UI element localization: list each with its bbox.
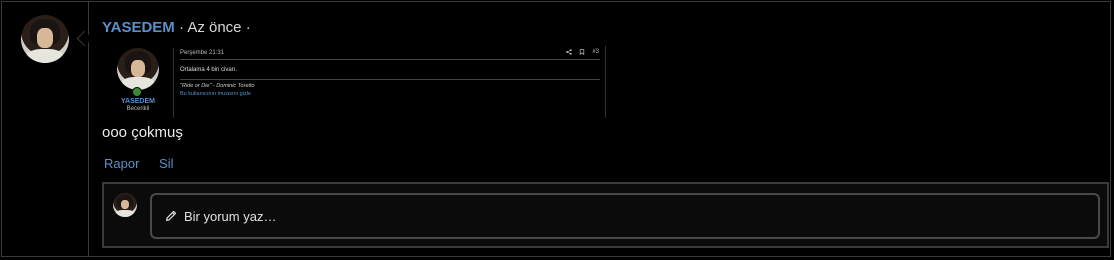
embedded-post-number: #3 — [592, 49, 599, 55]
delete-button[interactable]: Sil — [159, 156, 173, 171]
embedded-divider — [173, 48, 174, 118]
embedded-avatar — [117, 48, 159, 90]
embedded-date: Perşembe 21:31 — [180, 50, 225, 56]
pencil-icon — [166, 210, 177, 221]
embedded-username: YASEDEM — [121, 98, 155, 105]
reply-box: Bir yorum yaz… — [102, 182, 1109, 248]
comment-text: ooo çokmuş — [102, 124, 183, 141]
avatar[interactable] — [21, 15, 69, 63]
share-icon — [566, 49, 573, 57]
avatar-column — [2, 2, 89, 256]
comment-placeholder: Bir yorum yaz… — [184, 208, 277, 224]
embedded-body: Ortalama 4 bin civarı. — [180, 67, 238, 73]
post-container: YASEDEM · Az önce · YASEDEM Becerikli Pe… — [1, 1, 1111, 257]
embedded-rule — [180, 59, 600, 60]
separator: · — [174, 19, 188, 36]
post-time[interactable]: Az önce — [187, 19, 241, 36]
embedded-signature: "Ride or Die" - Dominic Toretto — [180, 83, 255, 89]
post-actions: Rapor Sil — [104, 156, 190, 171]
embedded-hide-signature: Bu kullanıcının imzasını gizle — [180, 91, 251, 97]
report-button[interactable]: Rapor — [104, 156, 139, 171]
embedded-rule — [180, 79, 600, 80]
bookmark-icon — [579, 49, 585, 57]
post-header: YASEDEM · Az önce · — [102, 19, 251, 36]
embedded-icons: #3 — [566, 49, 599, 57]
comment-input[interactable]: Bir yorum yaz… — [150, 193, 1100, 239]
username-link[interactable]: YASEDEM — [102, 19, 175, 36]
embedded-rank: Becerikli — [126, 106, 150, 112]
embedded-edge — [605, 46, 606, 118]
attached-screenshot[interactable]: YASEDEM Becerikli Perşembe 21:31 #3 Orta… — [115, 46, 607, 118]
separator: · — [241, 19, 251, 36]
rank-badge-icon — [132, 87, 142, 97]
current-user-avatar — [113, 193, 137, 217]
